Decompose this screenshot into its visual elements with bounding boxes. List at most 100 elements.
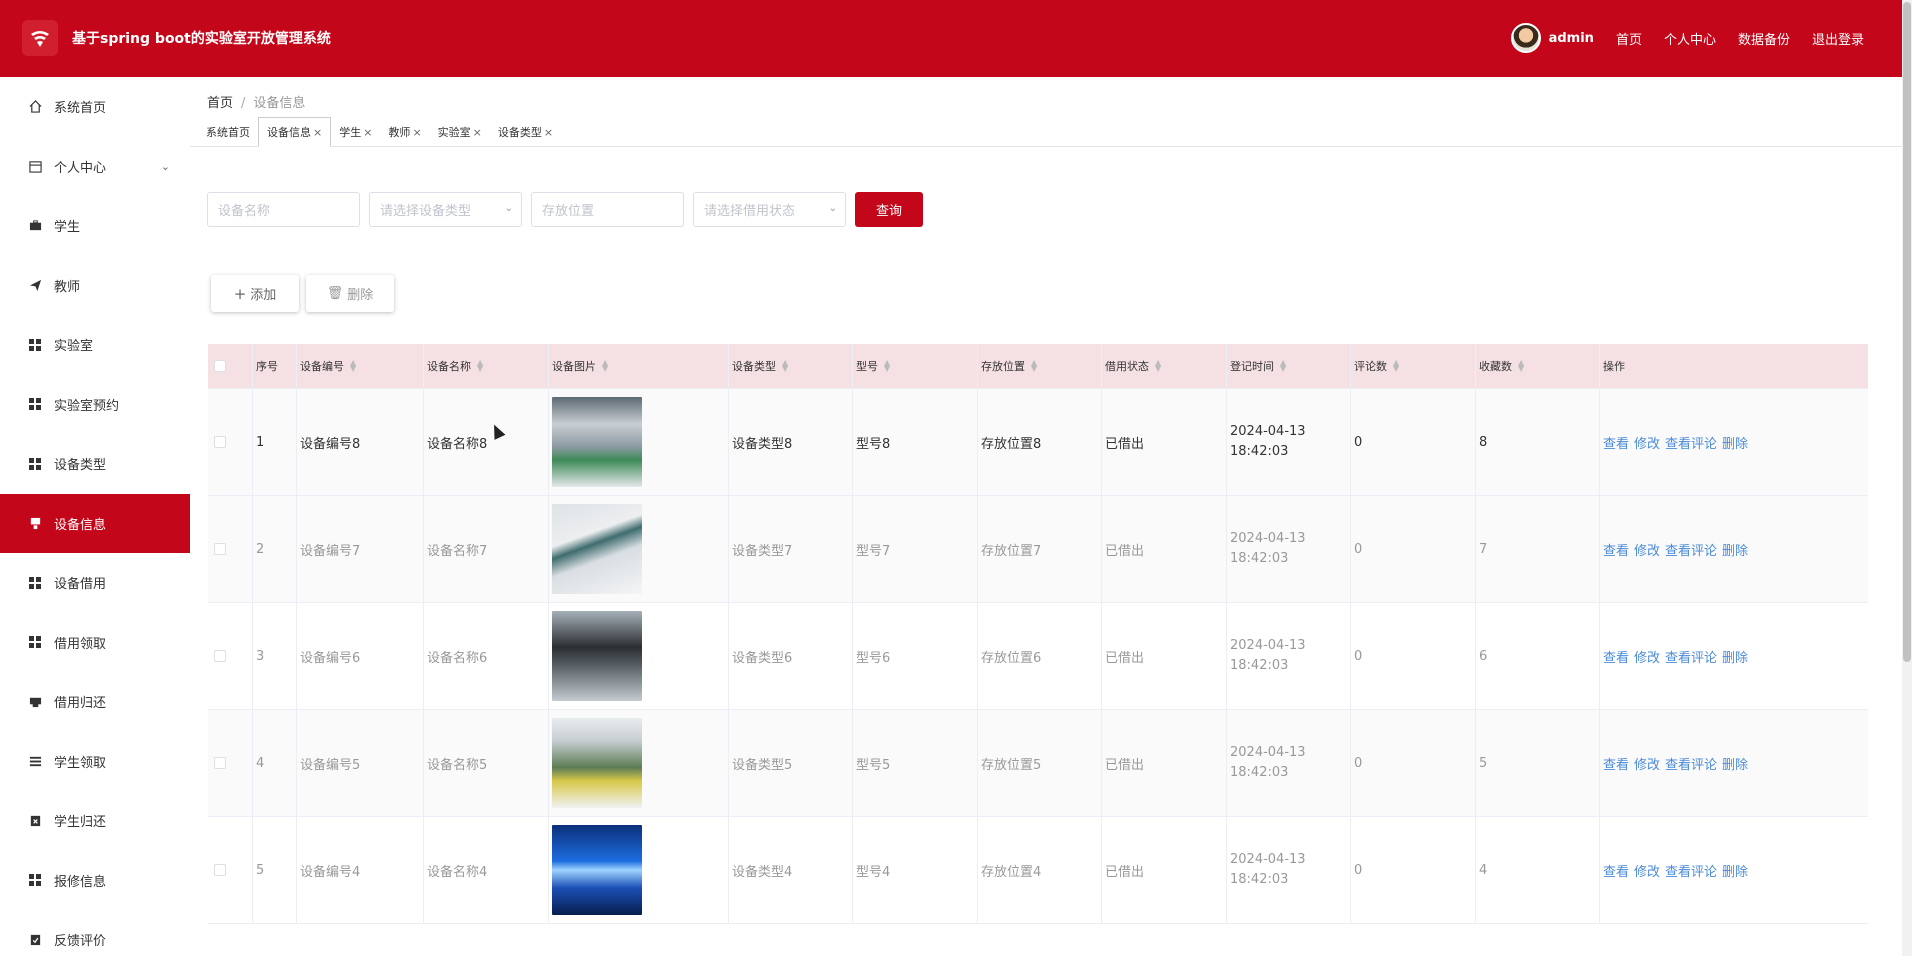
page-scrollbar[interactable] bbox=[1902, 0, 1912, 956]
sidebar-item-student-pickup[interactable]: 学生领取 bbox=[0, 732, 190, 792]
view-button[interactable]: 查看 bbox=[1603, 544, 1629, 559]
device-image[interactable] bbox=[552, 718, 642, 808]
row-checkbox[interactable] bbox=[214, 436, 226, 448]
row-checkbox[interactable] bbox=[214, 757, 226, 769]
edit-button[interactable]: 修改 bbox=[1634, 544, 1660, 559]
col-header[interactable]: 型号 ▲ ▼ bbox=[853, 344, 978, 388]
close-icon[interactable]: × bbox=[363, 126, 372, 139]
edit-button[interactable]: 修改 bbox=[1634, 758, 1660, 773]
view-button[interactable]: 查看 bbox=[1603, 437, 1629, 452]
col-header[interactable]: 设备编号 ▲ ▼ bbox=[297, 344, 424, 388]
view-button[interactable]: 查看 bbox=[1603, 758, 1629, 773]
nav-profile-link[interactable]: 个人中心 bbox=[1664, 29, 1716, 48]
col-header[interactable]: 存放位置 ▲ ▼ bbox=[978, 344, 1102, 388]
nav-home-link[interactable]: 首页 bbox=[1616, 29, 1642, 48]
delete-row-button[interactable]: 删除 bbox=[1722, 437, 1748, 452]
scrollbar-thumb[interactable] bbox=[1903, 2, 1911, 662]
sort-icon[interactable]: ▲ ▼ bbox=[1280, 359, 1286, 373]
close-icon[interactable]: × bbox=[544, 126, 553, 139]
edit-button[interactable]: 修改 bbox=[1634, 865, 1660, 880]
view-comments-button[interactable]: 查看评论 bbox=[1665, 651, 1717, 666]
device-type-select[interactable]: 请选择设备类型 ⌄ bbox=[369, 192, 522, 227]
edit-button[interactable]: 修改 bbox=[1634, 651, 1660, 666]
sort-icon[interactable]: ▲ ▼ bbox=[602, 359, 608, 373]
sidebar-item-profile[interactable]: 个人中心 ⌄ bbox=[0, 137, 190, 197]
view-comments-button[interactable]: 查看评论 bbox=[1665, 865, 1717, 880]
col-header[interactable]: 登记时间 ▲ ▼ bbox=[1227, 344, 1351, 388]
table-body: 1 设备编号8 设备名称8 设备类型8 型号8 存放位置8 已借出 2024-04-13 18… bbox=[208, 389, 1868, 924]
col-header[interactable]: 设备名称 ▲ ▼ bbox=[424, 344, 549, 388]
sidebar-item-lab-booking[interactable]: 实验室预约 bbox=[0, 375, 190, 435]
borrow-status-select[interactable]: 请选择借用状态 ⌄ bbox=[693, 192, 846, 227]
sort-icon[interactable]: ▲ ▼ bbox=[1393, 359, 1399, 373]
tab-labs[interactable]: 实验室 × bbox=[430, 118, 490, 146]
close-icon[interactable]: × bbox=[412, 126, 421, 139]
sidebar-item-student-return[interactable]: 学生归还 bbox=[0, 791, 190, 851]
sidebar-item-borrow-pickup[interactable]: 借用领取 bbox=[0, 613, 190, 673]
delete-row-button[interactable]: 删除 bbox=[1722, 865, 1748, 880]
sidebar-item-home[interactable]: 系统首页 bbox=[0, 77, 190, 137]
row-checkbox[interactable] bbox=[214, 650, 226, 662]
sort-icon[interactable]: ▲ ▼ bbox=[1031, 359, 1037, 373]
cell-model: 型号8 bbox=[853, 389, 978, 495]
sidebar-item-students[interactable]: 学生 bbox=[0, 196, 190, 256]
nav-logout-link[interactable]: 退出登录 bbox=[1812, 29, 1864, 48]
tab-home[interactable]: 系统首页 bbox=[198, 118, 258, 146]
tab-label: 学生 bbox=[339, 126, 362, 139]
row-checkbox[interactable] bbox=[214, 864, 226, 876]
device-image[interactable] bbox=[552, 611, 642, 701]
delete-button[interactable]: 🗑 删除 bbox=[306, 275, 394, 312]
col-header[interactable]: 评论数 ▲ ▼ bbox=[1351, 344, 1476, 388]
col-header[interactable]: 收藏数 ▲ ▼ bbox=[1476, 344, 1600, 388]
view-comments-button[interactable]: 查看评论 bbox=[1665, 437, 1717, 452]
close-icon[interactable]: × bbox=[473, 126, 482, 139]
sidebar-item-feedback[interactable]: 反馈评价 bbox=[0, 910, 190, 970]
sidebar-item-device-borrow[interactable]: 设备借用 bbox=[0, 553, 190, 613]
sort-icon[interactable]: ▲ ▼ bbox=[1155, 359, 1161, 373]
sort-icon[interactable]: ▲ ▼ bbox=[350, 359, 356, 373]
location-input[interactable]: 存放位置 bbox=[531, 192, 684, 227]
delete-label: 删除 bbox=[347, 288, 374, 303]
table-row: 1 设备编号8 设备名称8 设备类型8 型号8 存放位置8 已借出 2024-04-13 18… bbox=[208, 389, 1868, 496]
add-button[interactable]: + 添加 bbox=[211, 275, 299, 312]
sidebar-item-borrow-return[interactable]: 借用归还 bbox=[0, 672, 190, 732]
cell-operations: 查看 修改 查看评论 删除 bbox=[1600, 710, 1863, 816]
sidebar-item-repairs[interactable]: 报修信息 bbox=[0, 851, 190, 911]
view-comments-button[interactable]: 查看评论 bbox=[1665, 544, 1717, 559]
device-name-input[interactable]: 设备名称 bbox=[207, 192, 360, 227]
tab-students[interactable]: 学生 × bbox=[331, 118, 380, 146]
breadcrumb-home[interactable]: 首页 bbox=[207, 96, 233, 111]
view-comments-button[interactable]: 查看评论 bbox=[1665, 758, 1717, 773]
search-button[interactable]: 查询 bbox=[855, 192, 923, 227]
sidebar-item-labs[interactable]: 实验室 bbox=[0, 315, 190, 375]
col-header[interactable]: 借用状态 ▲ ▼ bbox=[1102, 344, 1227, 388]
edit-button[interactable]: 修改 bbox=[1634, 437, 1660, 452]
device-image[interactable] bbox=[552, 504, 642, 594]
cell-type: 设备类型4 bbox=[729, 817, 853, 923]
close-icon[interactable]: × bbox=[313, 126, 322, 139]
sort-icon[interactable]: ▲ ▼ bbox=[884, 359, 890, 373]
avatar[interactable] bbox=[1510, 23, 1541, 53]
sort-icon[interactable]: ▲ ▼ bbox=[1518, 359, 1524, 373]
username[interactable]: admin bbox=[1549, 31, 1594, 46]
delete-row-button[interactable]: 删除 bbox=[1722, 544, 1748, 559]
nav-backup-link[interactable]: 数据备份 bbox=[1738, 29, 1790, 48]
tab-teachers[interactable]: 教师 × bbox=[380, 118, 429, 146]
sidebar-item-device-types[interactable]: 设备类型 bbox=[0, 434, 190, 494]
sidebar-item-device-info[interactable]: 设备信息 bbox=[0, 493, 190, 553]
col-header[interactable]: 设备图片 ▲ ▼ bbox=[549, 344, 729, 388]
tab-device-info[interactable]: 设备信息 × bbox=[258, 117, 332, 147]
sidebar-item-teachers[interactable]: 教师 bbox=[0, 256, 190, 316]
view-button[interactable]: 查看 bbox=[1603, 651, 1629, 666]
sort-icon[interactable]: ▲ ▼ bbox=[782, 359, 788, 373]
row-checkbox[interactable] bbox=[214, 543, 226, 555]
select-all-checkbox[interactable] bbox=[214, 360, 226, 372]
device-image[interactable] bbox=[552, 397, 642, 487]
sort-icon[interactable]: ▲ ▼ bbox=[477, 359, 483, 373]
col-header[interactable]: 设备类型 ▲ ▼ bbox=[729, 344, 853, 388]
view-button[interactable]: 查看 bbox=[1603, 865, 1629, 880]
delete-row-button[interactable]: 删除 bbox=[1722, 758, 1748, 773]
tab-device-types[interactable]: 设备类型 × bbox=[490, 118, 561, 146]
device-image[interactable] bbox=[552, 825, 642, 915]
delete-row-button[interactable]: 删除 bbox=[1722, 651, 1748, 666]
